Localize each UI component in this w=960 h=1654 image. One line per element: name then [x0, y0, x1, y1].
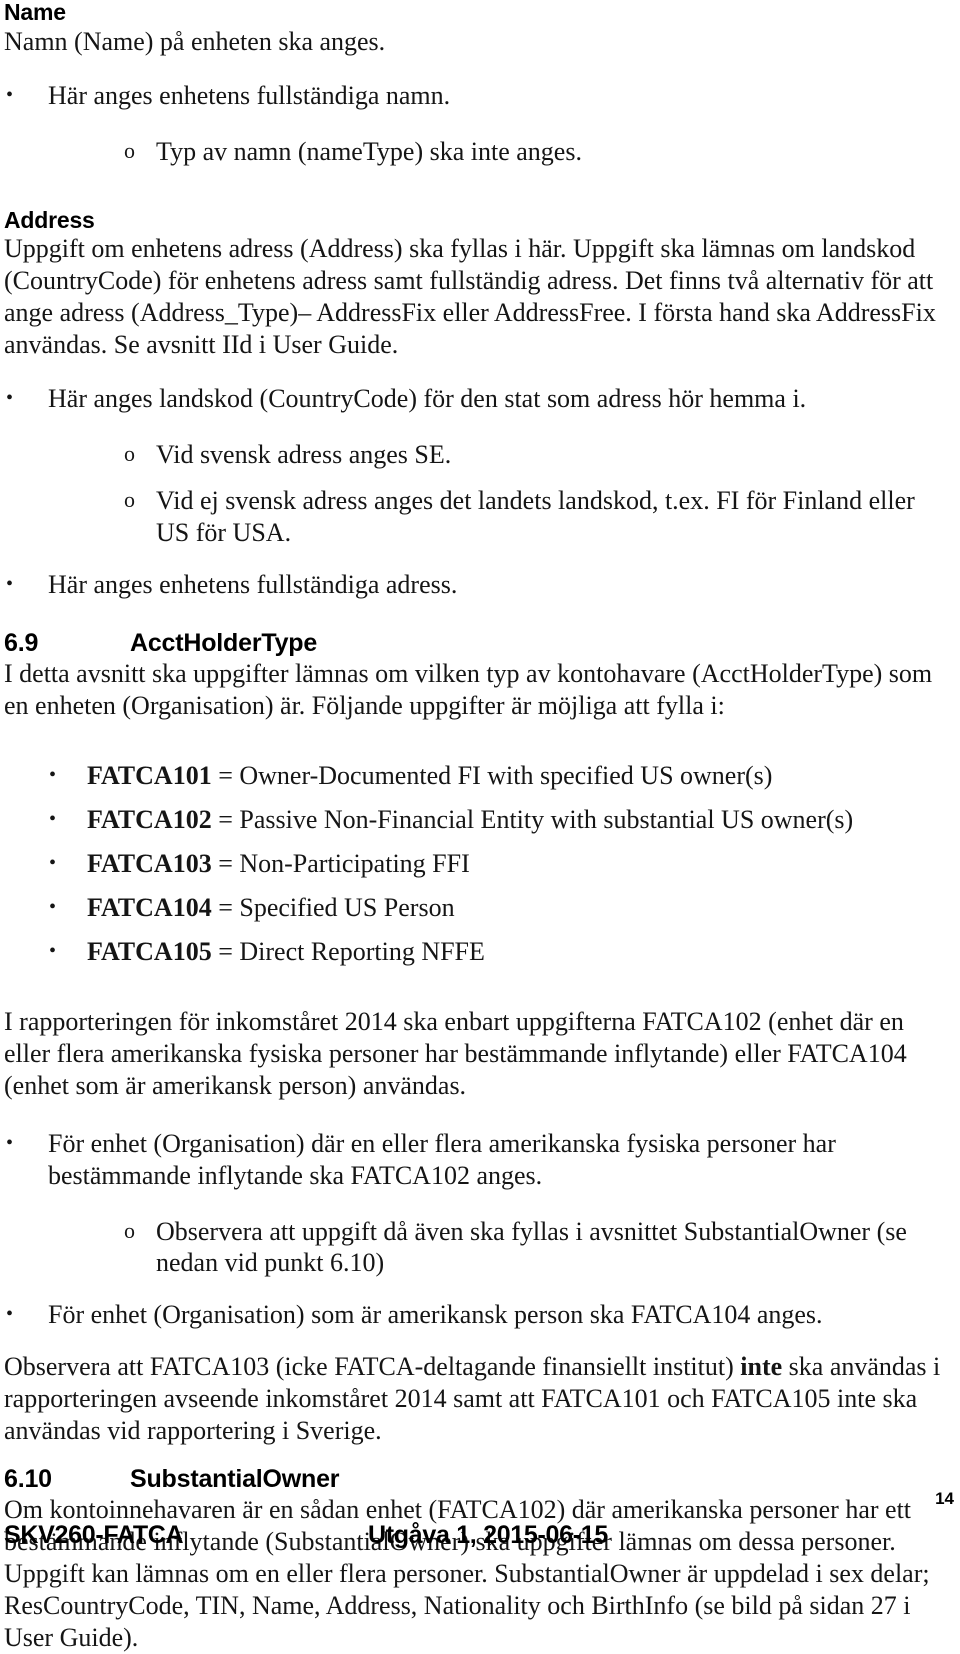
list-item: • För enhet (Organisation) som är amerik… [4, 1299, 948, 1331]
fatca-separator: = [211, 936, 240, 966]
bullet-icon: • [6, 387, 14, 410]
fatca102-bullet-list: • För enhet (Organisation) där en eller … [4, 1128, 948, 1192]
fatca-separator: = [211, 892, 240, 922]
fatca-separator: = [211, 804, 240, 834]
address-intro-paragraph: Uppgift om enhetens adress (Address) ska… [4, 234, 936, 360]
fatca-code: FATCA103 [87, 848, 212, 878]
fatca-code: FATCA102 [87, 804, 212, 834]
circle-bullet-icon: o [124, 441, 135, 467]
page-content: Name Namn (Name) på enheten ska anges. •… [4, 0, 948, 1654]
heading-address: Address [4, 206, 95, 233]
document-page: Name Namn (Name) på enheten ska anges. •… [0, 0, 960, 1652]
bullet-icon: • [49, 763, 57, 786]
list-item: o Typ av namn (nameType) ska inte anges. [4, 136, 948, 168]
list-item-label: Observera att uppgift då även ska fyllas… [156, 1216, 907, 1278]
circle-bullet-icon: o [124, 1217, 135, 1243]
list-item: • Här anges enhetens fullständiga namn. [4, 80, 948, 112]
list-item-label: För enhet (Organisation) där en eller fl… [48, 1128, 836, 1190]
list-item: o Vid ej svensk adress anges det landets… [4, 485, 948, 549]
fatca-code-list: • FATCA101 = Owner-Documented FI with sp… [4, 760, 948, 968]
address-fulladdress-bullet-list: • Här anges enhetens fullständiga adress… [4, 569, 948, 601]
list-item-label: Typ av namn (nameType) ska inte anges. [156, 136, 582, 166]
list-item-label: Vid ej svensk adress anges det landets l… [156, 486, 915, 548]
list-item: • FATCA102 = Passive Non-Financial Entit… [4, 804, 948, 836]
bullet-icon: • [49, 939, 57, 962]
section-title: AcctHolderType [130, 629, 318, 658]
page-footer: SKV260-FATCA Utgåva 1, 2015-06-15 [0, 1521, 960, 1581]
bullet-icon: • [49, 851, 57, 874]
note-fatca103-part1: Observera att FATCA103 (icke FATCA-delta… [4, 1352, 741, 1382]
bullet-icon: • [49, 895, 57, 918]
fatca-description: Non-Participating FFI [239, 848, 470, 878]
list-item: o Observera att uppgift då även ska fyll… [4, 1216, 948, 1280]
fatca-separator: = [211, 760, 240, 790]
page-number: 14 [935, 1489, 954, 1508]
list-item: • För enhet (Organisation) där en eller … [4, 1128, 948, 1192]
list-item: • FATCA101 = Owner-Documented FI with sp… [4, 760, 948, 792]
fatca-description: Passive Non-Financial Entity with substa… [239, 804, 854, 834]
fatca-code: FATCA104 [87, 892, 212, 922]
circle-bullet-icon: o [124, 487, 135, 513]
section-title: SubstantialOwner [130, 1465, 340, 1494]
circle-bullet-icon: o [124, 137, 135, 163]
list-item: o Vid svensk adress anges SE. [4, 439, 948, 471]
fatca-code: FATCA105 [87, 936, 212, 966]
list-item-label: Här anges enhetens fullständiga namn. [48, 80, 451, 110]
fatca104-bullet-list: • För enhet (Organisation) som är amerik… [4, 1299, 948, 1331]
heading-6-10-substantialowner: 6.10 SubstantialOwner [4, 1465, 948, 1494]
address-countrycode-bullet-list: • Här anges landskod (CountryCode) för d… [4, 383, 948, 415]
list-item: • Här anges enhetens fullständiga adress… [4, 569, 948, 601]
section-number: 6.10 [4, 1465, 52, 1494]
bullet-icon: • [6, 573, 14, 596]
substantialowner-subbullet-list: o Observera att uppgift då även ska fyll… [4, 1216, 948, 1280]
name-intro-paragraph: Namn (Name) på enheten ska anges. [4, 26, 386, 56]
name-bullet-list: • Här anges enhetens fullständiga namn. [4, 80, 948, 112]
fatca-description: Direct Reporting NFFE [239, 936, 485, 966]
address-subbullet-list: o Vid svensk adress anges SE. o Vid ej s… [4, 439, 948, 549]
bullet-icon: • [6, 1303, 14, 1326]
bullet-icon: • [49, 807, 57, 830]
list-item-label: Vid svensk adress anges SE. [156, 440, 452, 470]
fatca-separator: = [211, 848, 240, 878]
fatca-code: FATCA101 [87, 760, 212, 790]
fatca-description: Owner-Documented FI with specified US ow… [239, 760, 773, 790]
bullet-icon: • [6, 83, 14, 106]
heading-name: Name [4, 0, 66, 25]
note-fatca103-emphasis: inte [740, 1352, 783, 1382]
accholdertype-intro-paragraph: I detta avsnitt ska uppgifter lämnas om … [4, 658, 933, 720]
footer-edition-date: Utgåva 1, 2015-06-15 [368, 1521, 608, 1549]
bullet-icon: • [6, 1131, 14, 1154]
list-item: • FATCA104 = Specified US Person [4, 892, 948, 924]
list-item: • FATCA105 = Direct Reporting NFFE [4, 936, 948, 968]
section-number: 6.9 [4, 629, 39, 658]
heading-6-9-accholdertype: 6.9 AcctHolderType [4, 629, 948, 658]
name-subbullet-list: o Typ av namn (nameType) ska inte anges. [4, 136, 948, 168]
footer-document-id: SKV260-FATCA [4, 1521, 184, 1549]
list-item: • FATCA103 = Non-Participating FFI [4, 848, 948, 880]
fatca-description: Specified US Person [239, 892, 455, 922]
list-item-label: Här anges enhetens fullständiga adress. [48, 570, 458, 600]
list-item-label: Här anges landskod (CountryCode) för den… [48, 384, 807, 414]
note-income-year-2014: I rapporteringen för inkomståret 2014 sk… [4, 1006, 907, 1100]
note-fatca103-paragraph: Observera att FATCA103 (icke FATCA-delta… [4, 1351, 948, 1447]
list-item-label: För enhet (Organisation) som är amerikan… [48, 1300, 823, 1330]
list-item: • Här anges landskod (CountryCode) för d… [4, 383, 948, 415]
